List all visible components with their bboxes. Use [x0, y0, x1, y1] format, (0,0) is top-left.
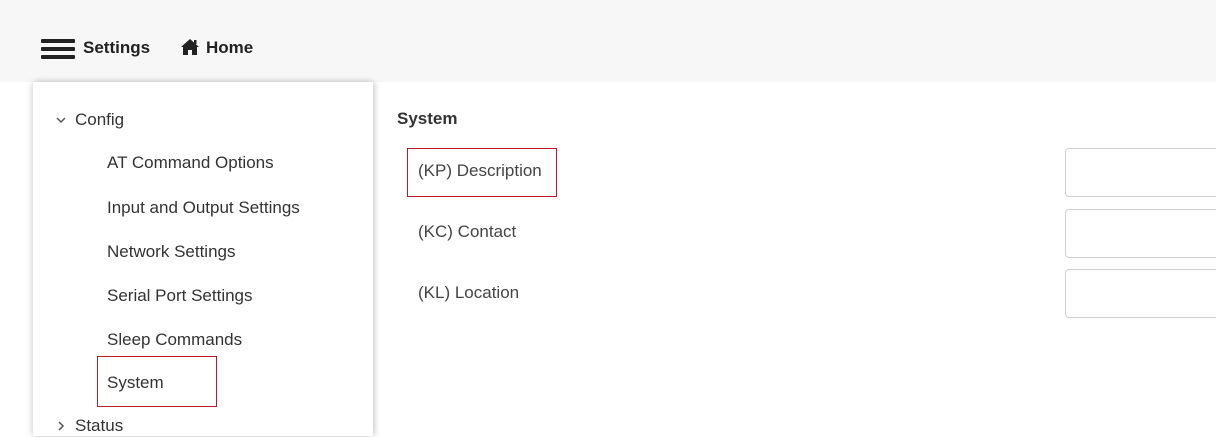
sidebar-item-sleep-commands[interactable]: Sleep Commands [107, 329, 242, 351]
contact-input[interactable] [1065, 209, 1216, 258]
home-link[interactable]: Home [180, 37, 253, 62]
sidebar: Config AT Command Options Input and Outp… [33, 82, 373, 436]
sidebar-item-serial-port-settings[interactable]: Serial Port Settings [107, 285, 253, 307]
contact-label: (KC) Contact [418, 222, 517, 241]
home-label: Home [206, 38, 254, 57]
section-title: System [397, 109, 458, 128]
location-label: (KL) Location [418, 283, 520, 302]
top-bar: Settings Home [0, 0, 1216, 82]
chevron-down-icon[interactable] [55, 109, 69, 131]
description-label: (KP) Description [418, 161, 542, 180]
settings-link[interactable]: Settings [83, 37, 150, 59]
home-icon [180, 38, 200, 62]
sidebar-item-network-settings[interactable]: Network Settings [107, 241, 236, 263]
tree-item-status[interactable]: Status [75, 415, 123, 437]
hamburger-menu-icon[interactable] [41, 39, 75, 61]
tree-item-config[interactable]: Config [75, 109, 124, 131]
sidebar-item-system[interactable]: System [107, 372, 164, 394]
sidebar-item-input-output-settings[interactable]: Input and Output Settings [107, 197, 300, 219]
location-input[interactable] [1065, 269, 1216, 318]
chevron-right-icon[interactable] [55, 415, 69, 437]
sidebar-item-at-command-options[interactable]: AT Command Options [107, 152, 274, 174]
description-input[interactable] [1065, 148, 1216, 197]
